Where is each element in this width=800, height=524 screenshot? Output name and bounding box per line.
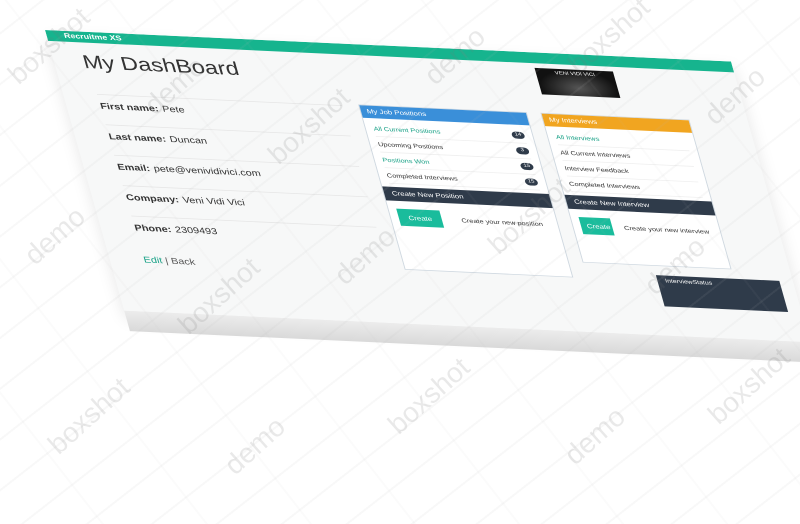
create-position-body: Create Create your new position: [386, 200, 566, 254]
watermark-text: demo: [218, 410, 292, 481]
field-label: Email:: [116, 162, 152, 174]
create-position-button[interactable]: Create: [396, 208, 445, 228]
profile-card: First name:Pete Last name:Duncan Email:p…: [96, 93, 390, 276]
logo-text: VENI VIDI VICI: [554, 71, 596, 78]
company-logo: VENI VIDI VICI: [534, 67, 621, 98]
watermark-text: boxshot: [41, 371, 136, 460]
count-badge: 14: [510, 131, 526, 140]
create-interview-text: Create your new interview: [623, 224, 711, 236]
field-label: Last name:: [107, 132, 168, 145]
item-label: All Interviews: [554, 133, 601, 143]
interviews-panel: My Interviews All Interviews All Current…: [540, 112, 732, 270]
device-mockup: Recruitme XS VENI VIDI VICI My DashBoard…: [45, 30, 800, 428]
item-label: All Current Interviews: [559, 149, 632, 160]
field-value: pete@venividivici.com: [152, 164, 262, 179]
field-label: Phone:: [133, 223, 173, 235]
count-badge: 15: [519, 162, 535, 171]
separator: |: [164, 256, 170, 266]
interview-status-panel: InterviewStatus: [655, 275, 789, 313]
panel-title: InterviewStatus: [664, 278, 714, 287]
count-badge: 3: [515, 147, 530, 155]
item-label: All Current Positions: [372, 125, 442, 136]
app-brand[interactable]: Recruitme XS: [63, 32, 123, 42]
dashboard-screen: Recruitme XS VENI VIDI VICI My DashBoard…: [45, 30, 800, 343]
field-value: Duncan: [168, 134, 209, 147]
watermark-text: demo: [18, 200, 92, 271]
field-value: Pete: [161, 104, 186, 116]
top-menu: [565, 55, 585, 56]
field-value: 2309493: [173, 225, 219, 237]
create-interview-button[interactable]: Create: [578, 216, 615, 236]
field-label: Company:: [124, 193, 181, 205]
item-label: Positions Won: [381, 156, 431, 166]
profile-actions: Edit | Back: [142, 255, 390, 276]
create-interview-body: Create Create your new interview: [568, 209, 728, 263]
item-label: Completed Interviews: [385, 171, 459, 183]
item-label: Interview Feedback: [563, 164, 630, 175]
back-link[interactable]: Back: [170, 257, 197, 267]
create-position-text: Create your new position: [460, 216, 544, 228]
field-value: Veni Vidi Vici: [181, 195, 247, 208]
page-title: My DashBoard: [80, 51, 242, 80]
job-positions-panel: My Job Positions All Current Positions 14…: [358, 104, 574, 278]
edit-link[interactable]: Edit: [142, 255, 163, 265]
item-label: Upcoming Positions: [377, 140, 444, 151]
count-badge: 15: [524, 178, 539, 186]
stage: Recruitme XS VENI VIDI VICI My DashBoard…: [0, 0, 800, 524]
field-label: First name:: [99, 101, 160, 114]
interviews-list: All Interviews All Current Interviews In…: [545, 126, 711, 201]
item-label: Completed Interviews: [568, 180, 641, 191]
jobs-list: All Current Positions 14 Upcoming Positio…: [363, 118, 549, 194]
